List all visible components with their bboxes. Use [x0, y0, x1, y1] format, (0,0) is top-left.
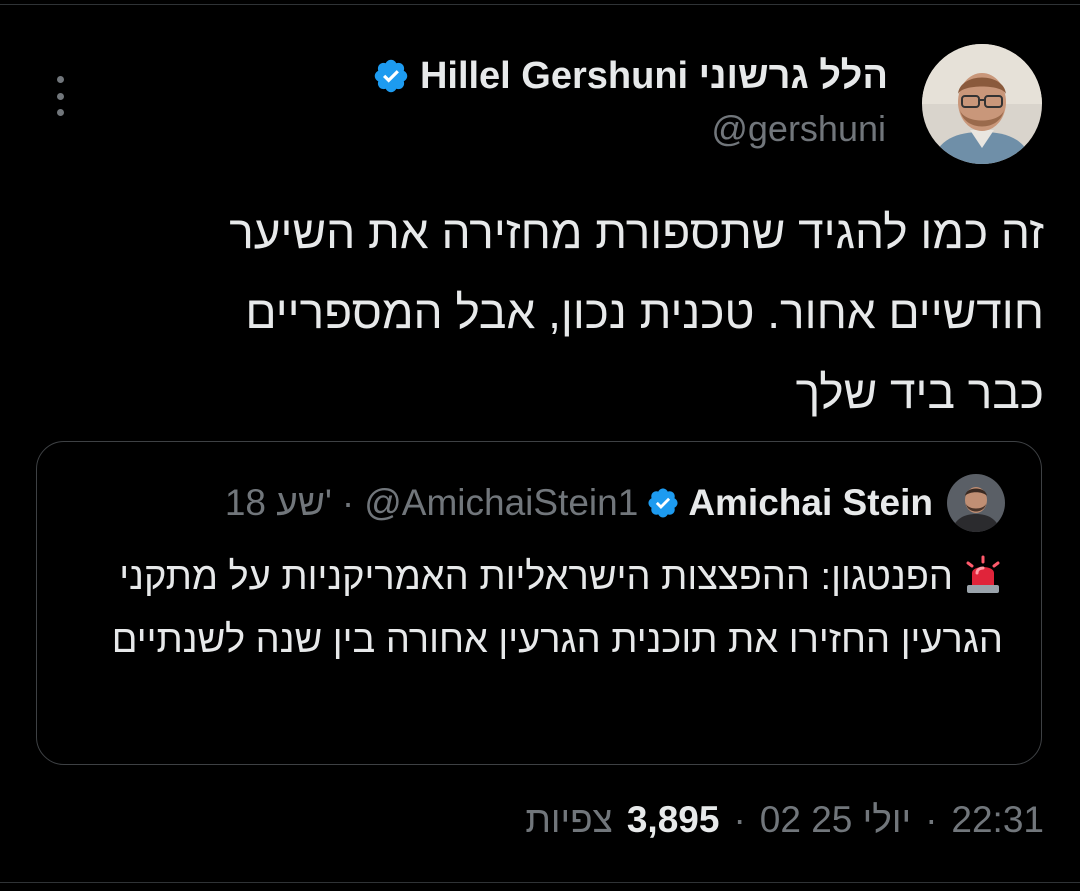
top-divider	[0, 4, 1080, 5]
quoted-tweet-text-block: הפנטגון: ההפצצות הישראליות האמריקניות על…	[73, 546, 1003, 672]
verified-badge-icon	[646, 486, 680, 520]
quoted-author-handle: @AmichaiStein1	[364, 482, 639, 523]
dot	[56, 92, 64, 100]
police-siren-icon	[963, 552, 1003, 593]
quoted-tweet-card[interactable]: Amichai Stein 18 שע' · @AmichaiStein1 הפ…	[36, 441, 1042, 765]
bottom-divider	[0, 882, 1080, 883]
tweet-text: זה כמו להגיד שתספורת מחזירה את השיער חוד…	[229, 206, 1044, 418]
tweet-date[interactable]: 02 יולי 25	[760, 799, 911, 841]
quoted-author-avatar[interactable]	[947, 474, 1005, 532]
separator-dot: ·	[925, 799, 938, 840]
dot	[56, 109, 64, 116]
quoted-tweet-header: Amichai Stein 18 שע' · @AmichaiStein1	[225, 474, 933, 532]
dot	[56, 76, 64, 83]
author-name-row: הלל גרשוני Hillel Gershuni	[372, 48, 888, 104]
views-count: 3,895	[626, 799, 720, 840]
verified-badge-icon[interactable]	[372, 57, 410, 95]
quoted-author-avatar-image	[947, 474, 1005, 532]
tweet-footer-meta: צפיות 3,895 · 02 יולי 25 · 22:31	[525, 790, 1044, 850]
author-avatar-image	[922, 44, 1042, 164]
separator-dot: ·	[733, 799, 746, 840]
author-display-name[interactable]: הלל גרשוני Hillel Gershuni	[420, 55, 888, 98]
views-label: צפיות	[525, 799, 613, 840]
separator-dot: ·	[341, 482, 355, 523]
tweet-time[interactable]: 22:31	[951, 799, 1044, 841]
quoted-author-name: Amichai Stein	[688, 482, 933, 523]
more-options-button[interactable]	[48, 76, 72, 116]
quoted-tweet-text: הפנטגון: ההפצצות הישראליות האמריקניות על…	[111, 556, 1003, 661]
quoted-tweet-time: 18 שע'	[224, 482, 332, 523]
quoted-tweet-meta: 18 שע' · @AmichaiStein1	[225, 482, 638, 524]
author-avatar[interactable]	[922, 44, 1042, 164]
author-handle[interactable]: @gershuni	[711, 108, 886, 150]
